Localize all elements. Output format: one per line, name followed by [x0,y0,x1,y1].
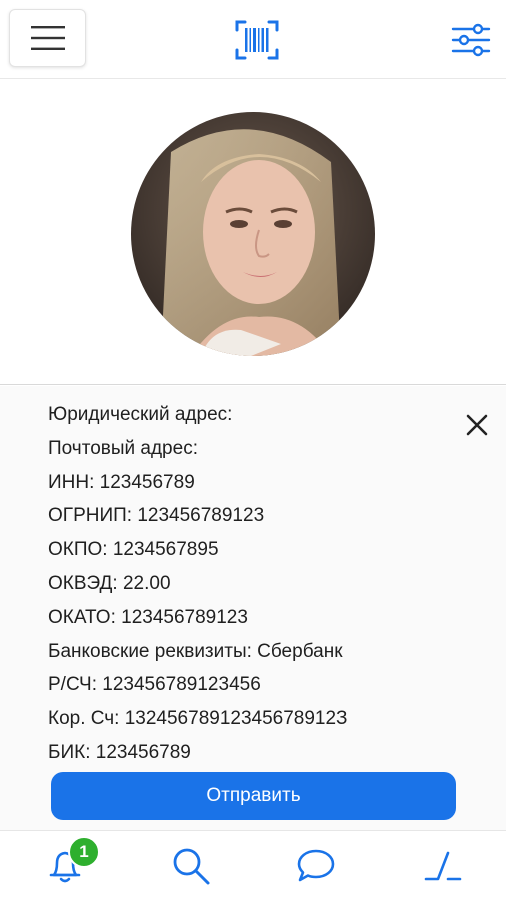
menu-button[interactable] [9,9,86,67]
profile-avatar [131,112,375,356]
avatar-photo [131,112,375,356]
nav-signal[interactable] [418,843,468,889]
okpo: ОКПО: 1234567895 [48,539,219,561]
bank-details: Банковские реквизиты: Сбербанк [48,640,343,662]
postal-address: Почтовый адрес: [48,437,198,459]
nav-search[interactable] [166,843,216,889]
close-icon [466,414,488,436]
top-bar [0,0,506,79]
submit-button[interactable]: Отправить [51,772,456,820]
filter-button[interactable] [447,18,495,62]
legal-address: Юридический адрес: [48,404,233,425]
bik: БИК: 123456789 [48,741,191,763]
search-icon [173,848,210,885]
signal-step-icon [424,851,462,881]
barcode-scan-button[interactable] [232,16,282,64]
filter-sliders-icon [451,23,491,57]
notification-badge: 1 [68,836,100,868]
correspondent-account: Кор. Сч: 13245678912345678912З [48,708,348,730]
hamburger-icon [30,26,65,50]
ogrnip: ОГРНИП: 123456789123 [48,505,265,527]
okved: ОКВЭД: 22.00 [48,572,171,594]
close-button[interactable] [462,410,492,440]
barcode-scan-icon [235,20,279,60]
okato: ОКАТО: 123456789123 [48,606,248,628]
nav-chat[interactable] [291,843,341,889]
settlement-account: Р/СЧ: 123456789123456 [48,674,261,696]
requisites-list: Юридический адрес: Почтовый адрес: ИНН: … [48,398,348,770]
section-divider [0,384,506,385]
inn: ИНН: 123456789 [48,471,195,493]
chat-icon [297,849,335,882]
